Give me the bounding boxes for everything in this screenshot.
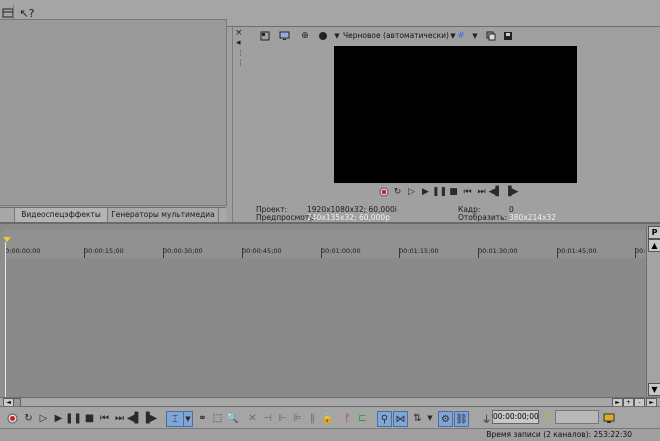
ruler-tick bbox=[478, 248, 479, 258]
split-icon[interactable]: ‖ bbox=[306, 411, 319, 425]
chevron-down-icon[interactable]: ▼ bbox=[331, 30, 343, 42]
scroll-down-button[interactable]: ▼ bbox=[648, 383, 660, 396]
ruler-tick bbox=[321, 248, 322, 258]
auto-crossfade-icon[interactable]: ⋈ bbox=[393, 411, 408, 427]
preview-transport-controls: ↻ ▷ ▶ ❚❚ ■ ⏮ ⏭ ◀▌ ▐▶ bbox=[378, 186, 538, 198]
record-icon[interactable] bbox=[6, 411, 19, 425]
playhead-cursor[interactable] bbox=[5, 242, 6, 397]
drag-handle-icon[interactable]: ⋮ bbox=[237, 59, 244, 68]
record-time-status: Время записи (2 каналов): 253:22:30 bbox=[486, 430, 632, 439]
insert-region-icon[interactable]: ⊏ bbox=[356, 411, 369, 425]
scroll-up-button[interactable]: ▲ bbox=[648, 239, 660, 252]
track-area[interactable] bbox=[6, 258, 646, 397]
play-from-start-icon[interactable]: ▷ bbox=[406, 186, 417, 198]
drag-handle-icon[interactable]: ⋮ bbox=[237, 49, 244, 58]
display-label: Отобразить: bbox=[458, 213, 508, 222]
normal-edit-tool-icon[interactable]: ⌶ bbox=[166, 411, 184, 427]
go-to-start-icon[interactable]: ⏮ bbox=[98, 411, 111, 425]
video-preview-screen bbox=[334, 46, 577, 183]
ruler-label: 00:00:30;00 bbox=[163, 247, 203, 255]
selection-tool-icon[interactable]: ⬚ bbox=[211, 411, 224, 425]
loop-icon[interactable]: ↻ bbox=[392, 186, 403, 198]
go-to-start-icon[interactable]: ⏮ bbox=[462, 186, 473, 198]
trim-icon[interactable]: ⊣ bbox=[261, 411, 274, 425]
envelope-tool-icon[interactable]: ⚭ bbox=[196, 411, 209, 425]
cursor-position-icon: ⚐ bbox=[543, 412, 552, 424]
trim-end-icon[interactable]: ⊫ bbox=[291, 411, 304, 425]
ruler-label: 00:01:00;00 bbox=[321, 247, 361, 255]
play-icon[interactable]: ▶ bbox=[420, 186, 431, 198]
vertical-scrollbar[interactable]: P ▲ ▼ bbox=[646, 226, 660, 396]
stop-icon[interactable]: ■ bbox=[83, 411, 96, 425]
trim-start-icon[interactable]: ⊩ bbox=[276, 411, 289, 425]
ruler-label: 00:01:15;00 bbox=[399, 247, 439, 255]
timecode-display[interactable]: 00:00:00;00 bbox=[492, 410, 539, 424]
dock-splitter[interactable]: × ◂ ⋮ ⋮ bbox=[232, 27, 248, 222]
go-to-end-icon[interactable]: ⏭ bbox=[476, 186, 487, 198]
delete-icon[interactable]: ✕ bbox=[246, 411, 259, 425]
ruler-tick bbox=[84, 248, 85, 258]
video-fx-icon[interactable]: ⊕ bbox=[299, 30, 311, 42]
tab-hidden[interactable] bbox=[0, 208, 15, 222]
copy-snapshot-icon[interactable] bbox=[485, 30, 497, 42]
chevron-down-icon[interactable]: ▼ bbox=[183, 411, 193, 427]
ignore-grouping-icon[interactable]: ⛓ bbox=[454, 411, 469, 427]
chevron-down-icon[interactable]: ▼ bbox=[469, 30, 481, 42]
ruler-tick bbox=[399, 248, 400, 258]
previous-frame-icon[interactable]: ◀▌ bbox=[489, 186, 503, 198]
timeline-ruler[interactable]: 0:00:00;00 00:00:15;00 00:00:30;00 00:00… bbox=[5, 230, 654, 258]
tab-media-generators[interactable]: Генераторы мультимедиа bbox=[108, 208, 219, 222]
ruler-label: 00:01:45;00 bbox=[557, 247, 597, 255]
ruler-label: 0:00:00;00 bbox=[5, 247, 41, 255]
loop-icon[interactable]: ↻ bbox=[22, 411, 35, 425]
stop-icon[interactable]: ■ bbox=[448, 186, 459, 198]
play-icon[interactable]: ▶ bbox=[52, 411, 65, 425]
split-screen-icon[interactable] bbox=[317, 30, 329, 42]
lock-envelopes-icon[interactable]: ⚙ bbox=[438, 411, 453, 427]
close-icon[interactable]: × bbox=[235, 29, 243, 38]
ruler-label: 00:00:15;00 bbox=[84, 247, 124, 255]
next-frame-icon[interactable]: ▐▶ bbox=[142, 411, 157, 425]
pause-icon[interactable]: ❚❚ bbox=[65, 411, 82, 425]
left-panel-tabs: Видеоспецэффекты Генераторы мультимедиа bbox=[0, 207, 226, 222]
pause-icon[interactable]: ❚❚ bbox=[432, 186, 447, 198]
collapse-icon[interactable]: ◂ bbox=[236, 39, 241, 48]
record-icon[interactable] bbox=[378, 186, 389, 198]
save-snapshot-icon[interactable] bbox=[502, 30, 514, 42]
tab-video-effects[interactable]: Видеоспецэффекты bbox=[15, 208, 108, 222]
go-to-end-icon[interactable]: ⏭ bbox=[113, 411, 126, 425]
ruler-label: 00:01:30;00 bbox=[478, 247, 518, 255]
media-browser-area[interactable] bbox=[0, 19, 227, 206]
next-frame-icon[interactable]: ▐▶ bbox=[505, 186, 519, 198]
play-from-start-icon[interactable]: ▷ bbox=[37, 411, 50, 425]
ruler-tick bbox=[635, 248, 636, 258]
zoom-tool-icon[interactable]: 🔍 bbox=[226, 411, 239, 425]
status-bar: Время записи (2 каналов): 253:22:30 bbox=[0, 428, 660, 441]
ruler-tick bbox=[163, 248, 164, 258]
preview-value: 240x135x32; 60,000p bbox=[307, 213, 390, 222]
chevron-down-icon[interactable]: ▼ bbox=[426, 411, 434, 425]
preview-quality-dropdown[interactable]: Черновое (автоматически) bbox=[343, 31, 449, 40]
ruler-tick bbox=[557, 248, 558, 258]
selection-length-display bbox=[555, 410, 599, 424]
lock-icon[interactable]: 🔒 bbox=[321, 411, 334, 425]
preview-toolbar: ⊕ ▼ Черновое (автоматически) ▼ # ▼ bbox=[247, 27, 660, 45]
previous-frame-icon[interactable]: ◀▌ bbox=[127, 411, 142, 425]
display-value: 380x214x32 bbox=[509, 213, 557, 222]
snapping-icon[interactable]: ⚲ bbox=[377, 411, 392, 427]
monitor-icon[interactable] bbox=[602, 411, 615, 425]
auto-ripple-icon[interactable]: ⇅ bbox=[411, 411, 424, 425]
properties-icon[interactable] bbox=[259, 30, 271, 42]
ruler-tick bbox=[242, 248, 243, 258]
overlays-grid-icon[interactable]: # bbox=[455, 30, 467, 42]
insert-marker-icon[interactable]: ᚠ bbox=[341, 411, 354, 425]
ruler-label: 00:00:45;00 bbox=[242, 247, 282, 255]
external-monitor-icon[interactable] bbox=[278, 30, 290, 42]
scroll-top-button[interactable]: P bbox=[648, 226, 660, 239]
